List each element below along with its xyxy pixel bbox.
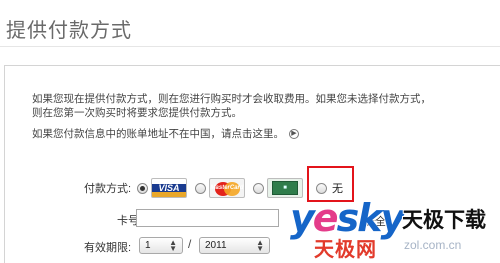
expiry-label: 有效期限: [84,242,132,254]
watermark-url: zol.com.cn [404,238,462,252]
mastercard-logo[interactable]: MasterCard [209,178,246,198]
intro-line-2: 则在您第一次购买时将要求您提供付款方式。 [32,107,242,119]
card-number-input[interactable] [136,209,279,227]
title-divider [0,46,500,47]
expiry-month-select[interactable]: 1 ▲ ▼ [139,237,183,254]
china-billing-notice: 如果您付款信息中的账单地址不在中国，请点击这里。 ▶ [32,126,299,141]
page-title: 提供付款方式 [6,20,132,42]
radio-visa[interactable] [137,182,149,194]
intro-line-1: 如果您现在提供付款方式，则在您进行购买时才会收取费用。如果您未选择付款方式， [32,93,431,105]
payment-method-label: 付款方式: [84,183,132,195]
expiry-separator: / [188,237,192,251]
expiry-year-select[interactable]: 2011 ▲ ▼ [199,237,270,254]
circle-arrow-icon[interactable]: ▶ [289,128,299,139]
mastercard-logo-text: MasterCard [210,185,244,191]
china-billing-text: 如果您付款信息中的账单地址不在中国，请点击这里。 [32,128,284,140]
select-arrows-icon: ▲ ▼ [256,238,264,253]
none-option: 无 [316,180,343,196]
payment-method-row: 付款方式: VISA MasterCard ■ [84,176,311,200]
none-option-label: 无 [332,183,343,195]
visa-card-logo[interactable]: VISA [151,178,188,198]
radio-none[interactable] [316,182,327,194]
expiry-month-value: 1 [145,240,151,251]
intro-text: 如果您现在提供付款方式，则在您进行购买时才会收取费用。如果您未选择付款方式， 则… [32,92,462,120]
watermark-download-text: 天极下载 [402,209,486,232]
watermark-site-text: 天极网 [314,239,377,261]
amex-logo-mark: ■ [272,181,299,195]
radio-mastercard[interactable] [195,182,207,194]
radio-amex[interactable] [253,182,265,194]
amex-card-logo[interactable]: ■ [267,178,304,198]
expiry-year-value: 2011 [205,240,227,251]
visa-logo-text: VISA [158,183,180,193]
select-arrows-icon: ▲ ▼ [169,238,177,253]
